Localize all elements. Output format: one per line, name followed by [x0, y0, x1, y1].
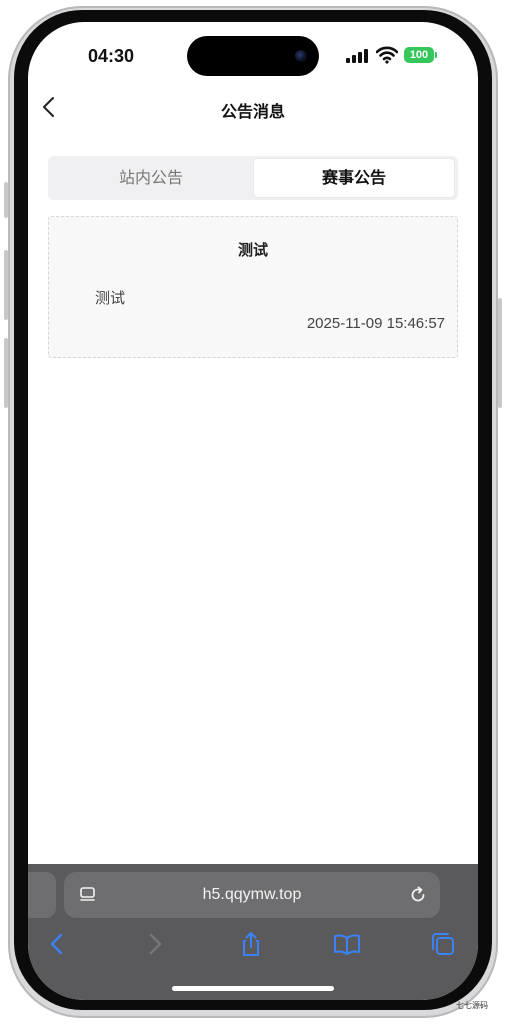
reload-icon[interactable]: [408, 885, 428, 905]
battery-nub: [435, 52, 437, 58]
notice-timestamp: 2025-11-09 15:46:57: [306, 315, 445, 332]
share-icon[interactable]: [237, 930, 265, 958]
watermark-text: 七七源码: [456, 1001, 488, 1010]
bookmarks-icon[interactable]: [333, 930, 361, 958]
cellular-signal-icon: [346, 49, 370, 63]
power-button: [498, 298, 502, 408]
status-time: 04:30: [88, 46, 135, 66]
dynamic-island: [187, 36, 319, 76]
camera-icon: [295, 50, 307, 62]
tabs-icon[interactable]: [429, 930, 457, 958]
tab-site-notice[interactable]: 站内公告: [51, 159, 251, 197]
back-arrow-icon[interactable]: [44, 930, 72, 958]
safari-toolbar: h5.qqymw.top: [28, 864, 478, 1000]
notice-body: 测试: [95, 289, 126, 307]
url-text: h5.qqymw.top: [202, 886, 302, 903]
volume-down-button: [4, 338, 8, 408]
volume-up-button: [4, 250, 8, 320]
notice-title: 测试: [237, 241, 268, 259]
page-title: 公告消息: [220, 102, 285, 121]
address-bar[interactable]: h5.qqymw.top: [64, 872, 440, 918]
home-indicator[interactable]: [172, 986, 334, 991]
notice-card[interactable]: 测试 测试 2025-11-09 15:46:57: [48, 216, 458, 358]
silent-switch: [4, 182, 8, 218]
notice-tabs: 站内公告 赛事公告: [48, 156, 458, 200]
forward-arrow-icon[interactable]: [140, 930, 168, 958]
wifi-icon: [376, 46, 398, 64]
tab-event-notice[interactable]: 赛事公告: [254, 159, 454, 197]
battery-icon: 100: [404, 47, 434, 63]
screen: 04:30 100 公告消息 站内公告 赛事公告 测试 测试 2025-11-0…: [28, 22, 478, 1000]
previous-tab-peek[interactable]: [28, 872, 56, 918]
